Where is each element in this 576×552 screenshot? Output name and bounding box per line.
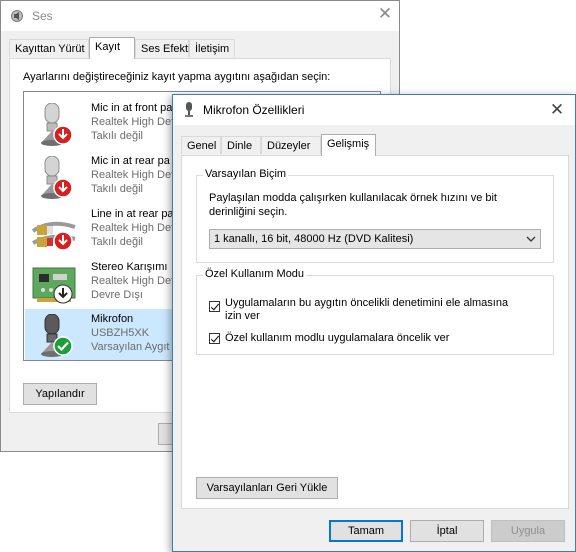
sound-titlebar: Ses ✕ (1, 1, 399, 31)
exclusive-control-label-line2: izin ver (225, 310, 260, 322)
device-status: Devre Dışı (91, 289, 143, 301)
default-format-group: Varsayılan Biçim Paylaşılan modda çalışı… (196, 168, 554, 263)
properties-titlebar: Mikrofon Özellikleri ✕ (173, 95, 575, 125)
default-checkmark-icon (53, 336, 73, 356)
device-driver: Realtek High Def (91, 222, 175, 234)
device-status: Takılı değil (91, 130, 143, 142)
exclusive-priority-label: Özel kullanım modlu uygulamalara öncelik… (225, 332, 450, 344)
exclusive-mode-legend: Özel Kullanım Modu (203, 268, 307, 280)
device-name: Mikrofon (91, 313, 134, 325)
device-name: Stereo Karışımı (91, 261, 168, 273)
disconnected-down-arrow-icon (53, 125, 73, 145)
chevron-down-icon (526, 232, 536, 249)
sound-card-icon (31, 262, 81, 308)
tab-listen[interactable]: Dinle (221, 136, 261, 154)
disconnected-down-arrow-icon (53, 178, 73, 198)
apply-button: Uygula (491, 520, 565, 542)
exclusive-control-label-line1: Uygulamaların bu aygıtın öncelikli denet… (225, 297, 509, 309)
microphone-app-icon (183, 102, 195, 121)
microphone-icon (31, 155, 81, 202)
instruction-text: Ayarlarını değiştireceğiniz kayıt yapma … (23, 71, 331, 83)
exclusive-mode-group: Özel Kullanım Modu Uygulamaların bu aygı… (196, 268, 554, 355)
configure-button[interactable]: Yapılandır (23, 383, 97, 405)
default-format-legend: Varsayılan Biçim (203, 168, 289, 180)
tab-general[interactable]: Genel (181, 136, 221, 154)
ok-button[interactable]: Tamam (329, 520, 403, 542)
tab-advanced[interactable]: Gelişmiş (321, 134, 376, 156)
sound-window-title: Ses (32, 9, 53, 23)
format-dropdown-value: 1 kanallı, 16 bit, 48000 Hz (DVD Kalites… (214, 233, 414, 245)
advanced-panel: Varsayılan Biçim Paylaşılan modda çalışı… (181, 155, 569, 509)
microphone-icon (31, 313, 81, 360)
properties-window-title: Mikrofon Özellikleri (203, 103, 305, 117)
format-dropdown[interactable]: 1 kanallı, 16 bit, 48000 Hz (DVD Kalites… (209, 229, 541, 249)
line-in-cable-icon (31, 209, 81, 255)
cancel-button[interactable]: İptal (410, 520, 484, 542)
device-driver: Realtek High Def (91, 169, 175, 181)
device-driver: Realtek High Def (91, 116, 175, 128)
tab-playback[interactable]: Kayıttan Yürüt (9, 39, 89, 57)
device-name: Mic in at front pa (91, 102, 173, 114)
device-driver: USBZH5XK (91, 327, 150, 339)
properties-close-icon[interactable]: ✕ (543, 97, 571, 123)
format-description-line1: Paylaşılan modda çalışırken kullanılacak… (209, 192, 497, 204)
tab-recording[interactable]: Kayıt (89, 37, 135, 59)
tab-communications[interactable]: İletişim (189, 39, 235, 57)
device-name: Line in at rear pa (91, 208, 174, 220)
restore-defaults-button[interactable]: Varsayılanları Geri Yükle (196, 477, 338, 499)
disabled-down-arrow-icon (53, 284, 73, 304)
device-status: Takılı değil (91, 183, 143, 195)
device-driver: Realtek High Def (91, 275, 175, 287)
sound-close-icon[interactable]: ✕ (371, 1, 399, 27)
disconnected-down-arrow-icon (53, 231, 73, 251)
microphone-icon (31, 102, 81, 149)
microphone-properties-window: Mikrofon Özellikleri ✕ Genel Dinle Düzey… (172, 94, 576, 552)
device-status: Takılı değil (91, 236, 143, 248)
device-status: Varsayılan Aygıt (91, 341, 170, 353)
exclusive-priority-checkbox[interactable] (209, 333, 220, 344)
tab-levels[interactable]: Düzeyler (261, 136, 321, 154)
device-name: Mic in at rear pa (91, 155, 170, 167)
tab-sound-effects[interactable]: Ses Efekti (135, 39, 191, 57)
exclusive-control-checkbox[interactable] (209, 301, 220, 312)
speaker-app-icon (10, 9, 24, 26)
format-description-line2: derinliğini seçin. (209, 206, 288, 218)
